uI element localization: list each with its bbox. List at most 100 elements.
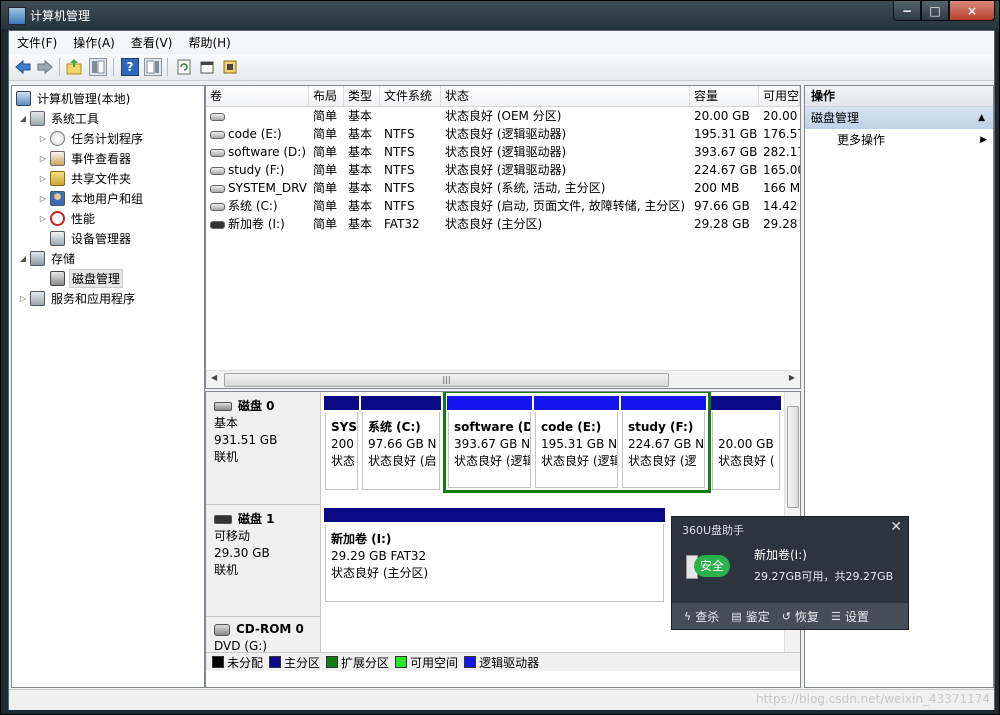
volume-row[interactable]: 新加卷 (I:) 简单 基本 FAT32 状态良好 (主分区) 29.28 GB 29.28 bbox=[206, 215, 800, 233]
drive-icon bbox=[210, 148, 225, 157]
partition-system-drv[interactable]: SYS 200 状态 bbox=[324, 396, 359, 491]
volume-cell-layout: 简单 bbox=[313, 181, 338, 195]
tree-item-disk-management[interactable]: 磁盘管理 bbox=[48, 268, 124, 288]
partition-i[interactable]: 新加卷 (I:) 29.29 GB FAT32 状态良好 (主分区) bbox=[324, 508, 665, 603]
column-header-type[interactable]: 类型 bbox=[344, 86, 380, 106]
expand-arrow-icon[interactable]: ▷ bbox=[38, 214, 48, 223]
tree-item-root[interactable]: 计算机管理(本地) bbox=[14, 89, 132, 107]
partition-f[interactable]: study (F:) 224.67 GB N 状态良好 (逻 bbox=[621, 396, 706, 489]
maximize-button[interactable]: □ bbox=[921, 1, 949, 21]
drive-icon bbox=[210, 184, 225, 193]
popup-title: 360U盘助手 bbox=[682, 524, 745, 537]
menu-bar: 文件(F) 操作(A) 查看(V) 帮助(H) bbox=[9, 31, 994, 53]
partition-d[interactable]: software (D 393.67 GB N 状态良好 (逻辑 bbox=[447, 396, 532, 489]
volume-cell-free: 165.00 bbox=[763, 163, 800, 177]
horizontal-scrollbar[interactable]: ◀ ||| ▶ bbox=[206, 370, 800, 388]
menu-view[interactable]: 查看(V) bbox=[123, 34, 181, 51]
submenu-arrow-icon: ▶ bbox=[980, 135, 987, 145]
volume-row[interactable]: SYSTEM_DRV 简单 基本 NTFS 状态良好 (系统, 活动, 主分区) 200 … bbox=[206, 179, 800, 197]
tree-item-event-viewer[interactable]: ▷ 事件查看器 bbox=[38, 149, 133, 167]
properties-icon[interactable] bbox=[198, 58, 216, 76]
volume-cell-name: code (E:) bbox=[206, 125, 309, 143]
menu-help[interactable]: 帮助(H) bbox=[180, 34, 238, 51]
drive-icon bbox=[210, 202, 225, 211]
popup-close-icon[interactable]: ✕ bbox=[890, 519, 902, 535]
volume-cell-capacity: 224.67 GB bbox=[694, 163, 758, 177]
tree-item-performance[interactable]: ▷ 性能 bbox=[38, 209, 97, 227]
services-icon bbox=[30, 290, 45, 306]
partition-e[interactable]: code (E:) 195.31 GB N 状态良好 (逻辑 bbox=[534, 396, 619, 489]
help-topics-icon[interactable] bbox=[221, 58, 239, 76]
forward-icon[interactable] bbox=[36, 58, 54, 76]
volume-cell-type: 基本 bbox=[348, 217, 373, 231]
usb-assistant-popup: 360U盘助手 ✕ 安全 新加卷(I:) 29.27GB可用，共29.27GB … bbox=[671, 516, 909, 630]
column-header-layout[interactable]: 布局 bbox=[309, 86, 344, 106]
tree-item-system-tools[interactable]: ◢ 系统工具 bbox=[18, 109, 101, 127]
expand-arrow-icon[interactable]: ▷ bbox=[38, 194, 48, 203]
column-header-free[interactable]: 可用空 bbox=[759, 86, 800, 106]
tree-item-task-scheduler[interactable]: ▷ 任务计划程序 bbox=[38, 129, 145, 147]
refresh-icon[interactable] bbox=[175, 58, 193, 76]
up-folder-icon[interactable] bbox=[65, 58, 83, 76]
close-button[interactable]: × bbox=[949, 1, 995, 21]
volume-row[interactable]: code (E:) 简单 基本 NTFS 状态良好 (逻辑驱动器) 195.31 GB 17… bbox=[206, 125, 800, 143]
partition-c[interactable]: 系统 (C:) 97.66 GB N 状态良好 (启 bbox=[361, 396, 441, 491]
column-header-filesystem[interactable]: 文件系统 bbox=[380, 86, 441, 106]
expand-arrow-icon[interactable]: ▷ bbox=[38, 174, 48, 183]
menu-file[interactable]: 文件(F) bbox=[9, 34, 65, 51]
list-icon: ☰ bbox=[830, 609, 841, 623]
recover-button[interactable]: ↺ 恢复 bbox=[782, 608, 819, 625]
drive-icon bbox=[210, 220, 225, 229]
device-manager-icon bbox=[50, 230, 65, 246]
volume-row[interactable]: software (D:) 简单 基本 NTFS 状态良好 (逻辑驱动器) 393.67 … bbox=[206, 143, 800, 161]
menu-action[interactable]: 操作(A) bbox=[65, 34, 123, 51]
volume-row[interactable]: 系统 (C:) 简单 基本 NTFS 状态良好 (启动, 页面文件, 故障转储, 主分区… bbox=[206, 197, 800, 215]
volume-cell-type: 基本 bbox=[348, 127, 373, 141]
more-actions-item[interactable]: 更多操作 ▶ bbox=[805, 129, 993, 151]
settings-button[interactable]: ☰ 设置 bbox=[831, 608, 869, 625]
volume-cell-layout: 简单 bbox=[313, 145, 338, 159]
disk-0-label[interactable]: 磁盘 0 基本 931.51 GB 联机 bbox=[206, 392, 321, 504]
volume-cell-name bbox=[206, 107, 309, 125]
tree-item-local-users[interactable]: ▷ 本地用户和组 bbox=[38, 189, 145, 207]
collapse-arrow-icon[interactable]: ◢ bbox=[18, 254, 28, 263]
vertical-scroll-thumb[interactable] bbox=[787, 406, 799, 508]
scan-button[interactable]: ϟ 查杀 bbox=[684, 608, 719, 625]
volume-row[interactable]: 简单 基本 状态良好 (OEM 分区) 20.00 GB 20.00 bbox=[206, 107, 800, 125]
volume-cell-free: 20.00 bbox=[763, 109, 798, 123]
scroll-thumb[interactable]: ||| bbox=[224, 373, 669, 387]
unallocated-swatch bbox=[212, 656, 224, 668]
column-header-capacity[interactable]: 容量 bbox=[690, 86, 759, 106]
volume-row[interactable]: study (F:) 简单 基本 NTFS 状态良好 (逻辑驱动器) 224.67 GB 1… bbox=[206, 161, 800, 179]
actions-section-disk-management[interactable]: 磁盘管理 ▲ bbox=[805, 107, 993, 129]
show-hide-tree-icon[interactable] bbox=[89, 58, 107, 76]
volume-cell-fs: NTFS bbox=[384, 127, 415, 141]
partition-oem[interactable]: 20.00 GB 状态良好 ( bbox=[711, 396, 781, 491]
collapse-arrow-icon[interactable]: ◢ bbox=[18, 114, 28, 123]
volume-cell-free: 176.57 bbox=[763, 127, 800, 141]
collapse-up-icon[interactable]: ▲ bbox=[978, 107, 985, 129]
scroll-right-icon[interactable]: ▶ bbox=[789, 373, 795, 382]
back-icon[interactable] bbox=[14, 58, 32, 76]
tree-item-device-manager[interactable]: 设备管理器 bbox=[48, 229, 133, 247]
identify-button[interactable]: ▤ 鉴定 bbox=[731, 608, 769, 625]
tree-item-storage[interactable]: ◢ 存储 bbox=[18, 249, 77, 267]
volume-cell-status: 状态良好 (逻辑驱动器) bbox=[445, 127, 567, 141]
computer-icon bbox=[16, 90, 31, 106]
expand-arrow-icon[interactable]: ▷ bbox=[18, 294, 28, 303]
volume-cell-capacity: 393.67 GB bbox=[694, 145, 758, 159]
legend: 未分配 主分区 扩展分区 可用空间 逻辑驱动器 bbox=[206, 652, 800, 671]
action-pane-icon[interactable] bbox=[144, 58, 162, 76]
column-header-status[interactable]: 状态 bbox=[441, 86, 690, 106]
volume-cell-free: 282.17 bbox=[763, 145, 800, 159]
column-header-volume[interactable]: 卷 bbox=[206, 86, 309, 106]
help-icon[interactable]: ? bbox=[121, 58, 139, 76]
minimize-button[interactable]: − bbox=[893, 1, 921, 21]
cdrom-label[interactable]: CD-ROM 0 DVD (G:) bbox=[206, 616, 321, 653]
disk-1-label[interactable]: 磁盘 1 可移动 29.30 GB 联机 bbox=[206, 504, 321, 616]
expand-arrow-icon[interactable]: ▷ bbox=[38, 134, 48, 143]
expand-arrow-icon[interactable]: ▷ bbox=[38, 154, 48, 163]
tree-item-services[interactable]: ▷ 服务和应用程序 bbox=[18, 289, 137, 307]
scroll-left-icon[interactable]: ◀ bbox=[211, 373, 217, 382]
tree-item-shared-folders[interactable]: ▷ 共享文件夹 bbox=[38, 169, 133, 187]
